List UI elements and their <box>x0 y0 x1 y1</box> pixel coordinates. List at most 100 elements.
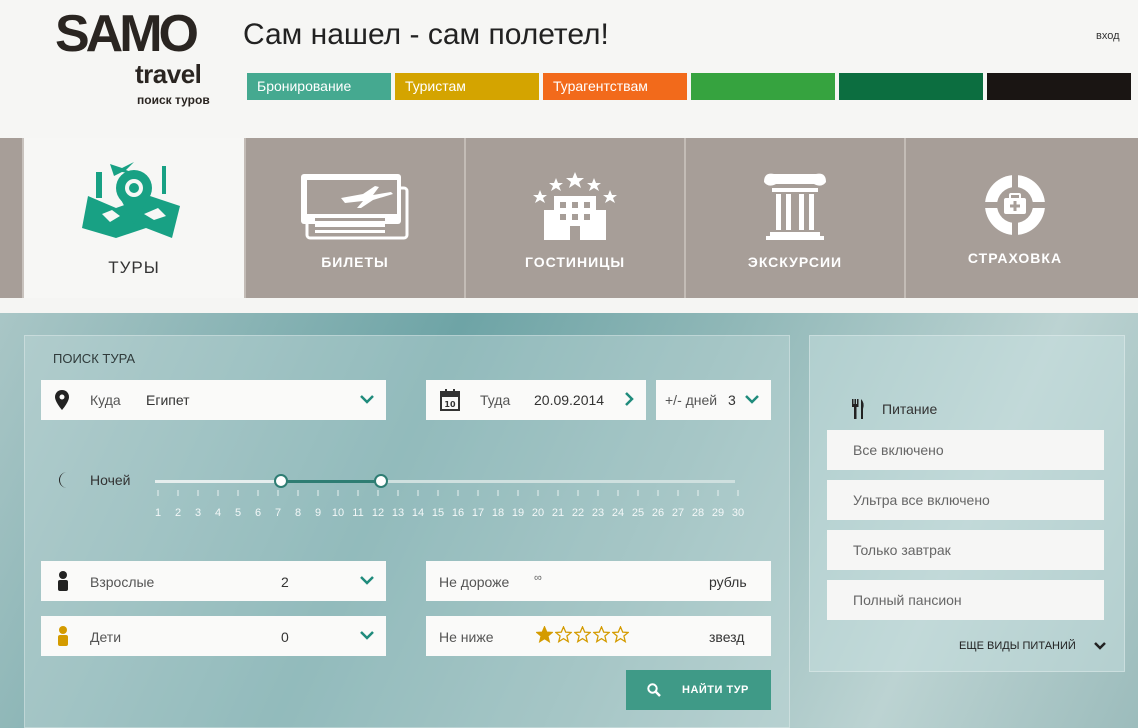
night-tick-label: 25 <box>632 507 644 519</box>
star-empty-icon[interactable] <box>611 625 630 646</box>
chevron-down-icon <box>745 392 759 406</box>
night-tick-label: 7 <box>275 507 281 519</box>
night-tick-label: 9 <box>315 507 321 519</box>
star-rating[interactable] <box>535 625 630 646</box>
night-tick-label: 26 <box>652 507 664 519</box>
night-tick-label: 20 <box>532 507 544 519</box>
chevron-down-icon <box>1094 640 1106 655</box>
calendar-icon: 10 <box>440 389 460 414</box>
star-filled-icon[interactable] <box>535 625 554 646</box>
night-tick-label: 21 <box>552 507 564 519</box>
night-tick-label: 16 <box>452 507 464 519</box>
ticket-icon <box>301 174 409 245</box>
night-tick-label: 13 <box>392 507 404 519</box>
night-tick-label: 28 <box>692 507 704 519</box>
login-link[interactable]: вход <box>1096 30 1120 42</box>
logo-main-text: SAMO <box>55 5 199 63</box>
chevron-down-icon <box>360 628 374 642</box>
night-tick-label: 12 <box>372 507 384 519</box>
child-icon <box>58 626 68 649</box>
night-tick-label: 30 <box>732 507 744 519</box>
adult-icon <box>58 571 68 594</box>
nights-slider-range <box>281 480 381 483</box>
nav-item-green[interactable] <box>691 73 835 100</box>
date-field[interactable]: 10 Туда 20.09.2014 <box>426 380 646 420</box>
category-tabs: ТУРЫ БИЛЕТЫ ГОСТИНИЦЫ ЭКСКУРСИИ СТРАХОВК… <box>0 138 1138 298</box>
tab-hotels[interactable]: ГОСТИНИЦЫ <box>464 138 684 298</box>
nights-slider-ticks: 1 2 3 4 5 6 7 8 9 10 11 12 13 14 15 16 17 18 19 20 21 22 23 24 2… <box>155 490 744 519</box>
night-tick-label: 8 <box>295 507 301 519</box>
days-label: +/- дней <box>665 392 718 408</box>
nights-slider-handle-max[interactable] <box>374 474 388 488</box>
nights-label: Ночей <box>90 472 131 488</box>
adults-select[interactable]: Взрослые 2 <box>41 561 386 601</box>
tab-tours[interactable]: ТУРЫ <box>22 138 244 298</box>
night-tick-label: 10 <box>332 507 344 519</box>
search-panel-title: ПОИСК ТУРА <box>53 351 136 366</box>
hotel-icon <box>530 172 620 245</box>
days-range-select[interactable]: +/- дней 3 <box>656 380 771 420</box>
min-stars-field[interactable]: Не ниже звезд <box>426 616 771 656</box>
chevron-right-icon[interactable] <box>624 392 634 409</box>
logo-travel-text: travel <box>135 59 202 89</box>
date-value: 20.09.2014 <box>534 392 605 408</box>
moon-icon <box>55 471 73 494</box>
star-empty-icon[interactable] <box>554 625 573 646</box>
star-empty-icon[interactable] <box>573 625 592 646</box>
tab-hotels-label: ГОСТИНИЦЫ <box>524 254 626 270</box>
nav-item-darkgreen[interactable] <box>839 73 983 100</box>
night-tick-label: 19 <box>512 507 524 519</box>
nav-item-black[interactable] <box>987 73 1131 100</box>
children-label: Дети <box>90 629 122 645</box>
tab-tickets-label: БИЛЕТЫ <box>321 254 389 270</box>
price-unit: рубль <box>709 574 747 590</box>
chevron-down-icon <box>360 392 374 406</box>
tour-map-icon <box>82 158 186 245</box>
find-tour-button[interactable]: НАЙТИ ТУР <box>626 670 771 710</box>
tab-insurance[interactable]: СТРАХОВКА <box>904 138 1124 298</box>
night-tick-label: 3 <box>195 507 201 519</box>
stars-unit: звезд <box>709 629 745 645</box>
destination-select[interactable]: Куда Египет <box>41 380 386 420</box>
food-option-full-board[interactable]: Полный пансион <box>827 580 1104 620</box>
slogan: Сам нашел - сам полетел! <box>243 18 609 51</box>
tab-excursions[interactable]: ЭКСКУРСИИ <box>684 138 904 298</box>
food-option-breakfast[interactable]: Только завтрак <box>827 530 1104 570</box>
night-tick-label: 18 <box>492 507 504 519</box>
samo-logo[interactable]: SAMO travel поиск туров <box>55 8 225 112</box>
search-icon <box>647 683 661 700</box>
tab-insurance-label: СТРАХОВКА <box>967 250 1063 266</box>
night-tick-label: 2 <box>175 507 181 519</box>
adults-label: Взрослые <box>90 574 155 590</box>
food-option-all-inclusive[interactable]: Все включено <box>827 430 1104 470</box>
night-tick-label: 1 <box>155 507 161 519</box>
cutlery-icon <box>851 399 865 424</box>
night-tick-label: 24 <box>612 507 624 519</box>
find-tour-label: НАЙТИ ТУР <box>682 684 749 696</box>
adults-value: 2 <box>281 574 289 590</box>
nights-slider-left <box>155 480 281 483</box>
destination-label: Куда <box>90 392 121 408</box>
divider-strip <box>0 298 1138 313</box>
nav-item-tourists[interactable]: Туристам <box>395 73 539 100</box>
column-icon <box>762 172 828 245</box>
tab-tickets[interactable]: БИЛЕТЫ <box>244 138 464 298</box>
tab-excursions-label: ЭКСКУРСИИ <box>747 254 843 270</box>
max-price-field[interactable]: Не дороже ∞ рубль <box>426 561 771 601</box>
night-tick-label: 29 <box>712 507 724 519</box>
night-tick-label: 11 <box>352 507 363 519</box>
logo-sub-text: поиск туров <box>137 93 210 107</box>
nav-item-agencies[interactable]: Турагентствам <box>543 73 687 100</box>
star-empty-icon[interactable] <box>592 625 611 646</box>
price-label: Не дороже <box>439 574 510 590</box>
nav-item-booking[interactable]: Бронирование <box>247 73 391 100</box>
night-tick-label: 17 <box>472 507 484 519</box>
children-select[interactable]: Дети 0 <box>41 616 386 656</box>
days-value: 3 <box>728 392 736 408</box>
food-title: Питание <box>882 401 938 417</box>
price-value: ∞ <box>534 572 542 584</box>
night-tick-label: 6 <box>255 507 261 519</box>
more-food-types-link[interactable]: ЕЩЕ ВИДЫ ПИТАНИЙ <box>959 640 1106 652</box>
food-option-ultra-all-inclusive[interactable]: Ультра все включено <box>827 480 1104 520</box>
nights-slider-handle-min[interactable] <box>274 474 288 488</box>
